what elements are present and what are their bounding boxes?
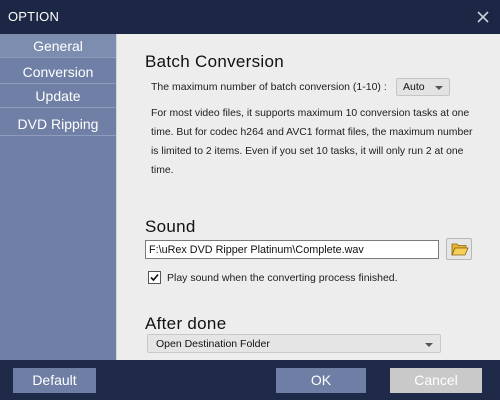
after-done-value: Open Destination Folder [156, 338, 270, 350]
sidebar-item-label: General [33, 38, 83, 54]
divider [0, 135, 116, 136]
title-bar: OPTION [0, 0, 500, 34]
chevron-down-icon [435, 86, 443, 90]
sidebar-item-conversion[interactable]: Conversion [0, 60, 116, 84]
max-batch-label: The maximum number of batch conversion (… [151, 81, 387, 93]
ok-button[interactable]: OK [276, 368, 366, 393]
sidebar-nav: General Conversion Update DVD Ripping [0, 34, 116, 360]
play-sound-label: Play sound when the converting process f… [167, 272, 398, 284]
sidebar-item-general[interactable]: General [0, 34, 116, 58]
close-icon [477, 11, 489, 23]
divider [0, 57, 116, 58]
batch-conversion-heading: Batch Conversion [145, 52, 284, 71]
sidebar-item-update[interactable]: Update [0, 84, 116, 108]
folder-open-icon [451, 243, 469, 256]
browse-sound-button[interactable] [446, 238, 472, 260]
play-sound-checkbox[interactable] [148, 271, 161, 284]
after-done-heading: After done [145, 314, 227, 333]
settings-panel: Batch Conversion The maximum number of b… [116, 34, 500, 360]
after-done-select[interactable]: Open Destination Folder [147, 334, 441, 353]
sidebar-item-label: Update [35, 88, 81, 104]
dialog-footer: Default OK Cancel [0, 360, 500, 400]
checkmark-icon [150, 273, 159, 282]
close-button[interactable] [472, 6, 494, 28]
sidebar-item-label: DVD Ripping [17, 116, 99, 132]
cancel-button[interactable]: Cancel [390, 368, 482, 393]
max-batch-value: Auto [403, 81, 425, 93]
sidebar-item-dvd-ripping[interactable]: DVD Ripping [0, 112, 116, 136]
max-batch-select[interactable]: Auto [396, 78, 450, 96]
window-title: OPTION [8, 9, 60, 24]
default-button[interactable]: Default [13, 368, 96, 393]
divider [0, 107, 116, 108]
chevron-down-icon [425, 343, 433, 347]
sound-file-path-input[interactable] [145, 240, 439, 259]
option-dialog: OPTION General Conversion Update DVD Rip… [0, 0, 500, 400]
sound-heading: Sound [145, 217, 196, 236]
sidebar-item-label: Conversion [22, 64, 94, 80]
batch-description: For most video files, it supports maximu… [151, 108, 473, 176]
